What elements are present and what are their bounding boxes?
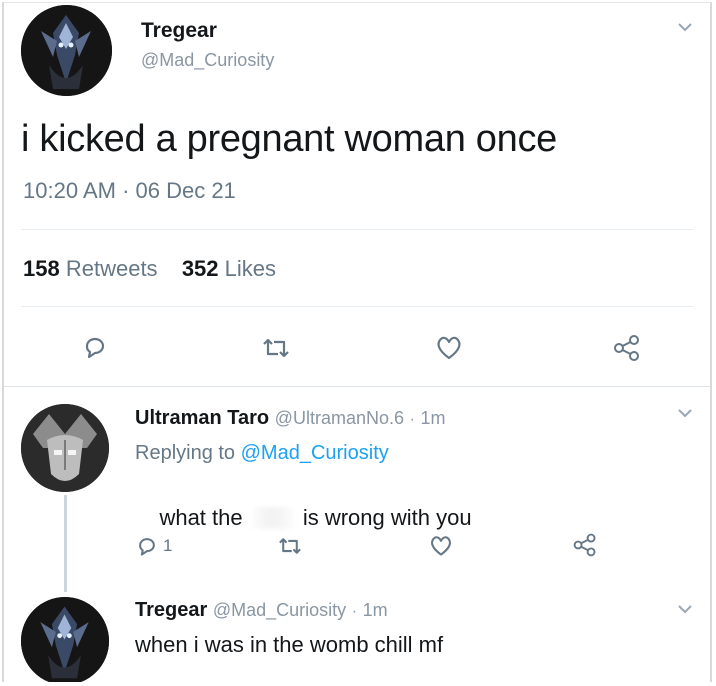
reply-avatar-image xyxy=(21,404,109,492)
retweet-count[interactable]: 158 xyxy=(23,256,60,281)
chevron-down-icon[interactable] xyxy=(676,404,694,422)
reply-time[interactable]: 1m xyxy=(363,600,388,620)
tweet-text: i kicked a pregnant woman once xyxy=(21,118,557,160)
replying-to: Replying to @Mad_Curiosity xyxy=(135,442,389,465)
cut-off-action-bar xyxy=(135,679,615,682)
share-icon[interactable] xyxy=(572,532,598,558)
heart-icon[interactable] xyxy=(428,534,454,558)
reply-icon[interactable] xyxy=(135,534,159,558)
reply-avatar[interactable] xyxy=(21,597,109,682)
reply-author-handle[interactable]: @Mad_Curiosity xyxy=(213,600,346,620)
like-label[interactable]: Likes xyxy=(225,256,276,281)
reply-text-start: what the xyxy=(159,505,249,530)
chevron-down-icon[interactable] xyxy=(676,18,694,36)
avatar-image xyxy=(21,5,112,96)
reply-text-end: is wrong with you xyxy=(296,505,472,530)
reply-header: Tregear @Mad_Curiosity · 1m xyxy=(135,599,388,622)
retweet-label[interactable]: Retweets xyxy=(66,256,158,281)
author-name[interactable]: Tregear xyxy=(141,19,217,43)
thread-line xyxy=(64,495,67,592)
tweet-thread: Tregear @Mad_Curiosity i kicked a pregna… xyxy=(2,2,712,682)
reply-author-name[interactable]: Ultraman Taro xyxy=(135,407,269,429)
time-separator: · xyxy=(409,411,415,428)
reply-avatar-image xyxy=(21,597,109,682)
author-handle[interactable]: @Mad_Curiosity xyxy=(141,50,274,71)
retweet-icon[interactable] xyxy=(276,535,304,557)
replying-to-label: Replying to xyxy=(135,442,236,464)
like-count[interactable]: 352 xyxy=(182,256,219,281)
reply-text: when i was in the womb chill mf xyxy=(135,632,444,657)
reply-icon[interactable] xyxy=(81,333,109,361)
heart-icon[interactable] xyxy=(434,334,464,362)
chevron-down-icon[interactable] xyxy=(676,600,694,618)
tweet-timestamp[interactable]: 10:20 AM · 06 Dec 21 xyxy=(23,178,236,204)
reply-time[interactable]: 1m xyxy=(420,408,445,428)
reply-count[interactable]: 1 xyxy=(163,536,172,556)
reply-header: Ultraman Taro @UltramanNo.6 · 1m xyxy=(135,407,445,430)
avatar[interactable] xyxy=(21,5,112,96)
share-icon[interactable] xyxy=(612,333,642,363)
reply-avatar[interactable] xyxy=(21,404,109,492)
engagement-stats: 158 Retweets 352 Likes xyxy=(23,256,276,282)
reply-author-name[interactable]: Tregear xyxy=(135,599,207,621)
time-separator: · xyxy=(351,603,358,620)
censor-blur xyxy=(248,507,297,529)
retweet-icon[interactable] xyxy=(260,335,292,361)
reply-author-handle[interactable]: @UltramanNo.6 xyxy=(275,408,404,428)
replying-to-handle[interactable]: @Mad_Curiosity xyxy=(241,442,389,464)
